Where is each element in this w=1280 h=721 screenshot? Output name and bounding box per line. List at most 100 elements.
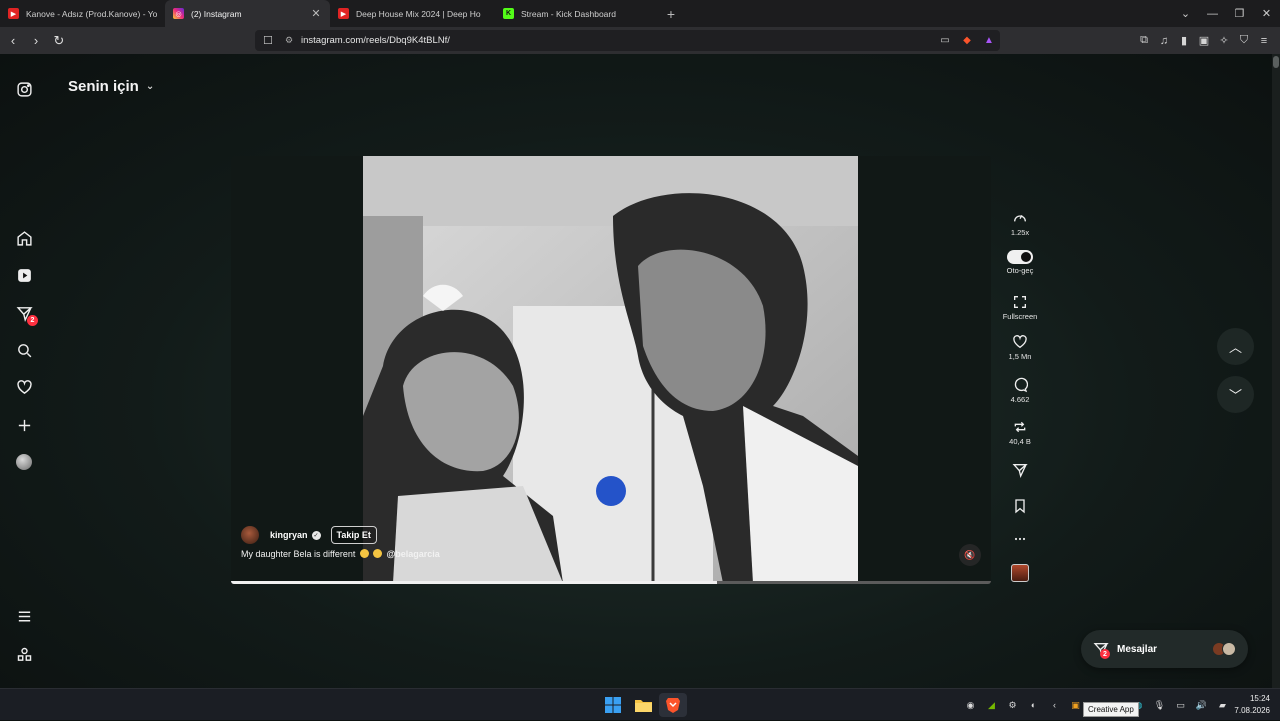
repost-button[interactable]: 40,4 B [1000,419,1040,446]
mute-toggle-icon[interactable]: 🔇 [959,544,981,566]
instagram-icon: ◎ [173,8,184,19]
video-frame-illustration [363,156,858,583]
scrollbar-thumb[interactable] [1273,56,1279,68]
author-username[interactable]: kingryan [270,530,308,540]
next-reel-button[interactable]: ﹀ [1217,376,1254,413]
repost-count: 40,4 B [1009,437,1031,446]
menu-icon[interactable]: ≡ [1254,35,1274,47]
window-controls: ⌄ — ❐ ✕ [1172,0,1280,27]
feed-selector[interactable]: Senin için ⌄ [68,78,154,95]
extensions-icon[interactable]: ⧉ [1134,34,1154,47]
page-scrollbar[interactable] [1272,54,1280,688]
comment-button[interactable]: 4.662 [1000,377,1040,404]
more-options-button[interactable] [1000,531,1040,547]
author-avatar[interactable] [241,526,259,544]
reel-video[interactable] [363,156,858,583]
site-info-icon[interactable]: ⚙ [285,35,301,46]
tab-youtube-kanove[interactable]: ▶ Kanove - Adsız (Prod.Kanove) - YouTu [0,0,165,27]
playback-speed-button[interactable]: 1.25x [1000,210,1040,237]
back-icon[interactable]: ‹ [3,33,23,48]
close-window-icon[interactable]: ✕ [1253,7,1280,20]
tab-deep-house[interactable]: ▶ Deep House Mix 2024 | Deep Ho [330,0,495,27]
brave-shields-icon[interactable]: ◆ [956,30,978,51]
like-button[interactable]: 1,5 Mn [1000,334,1040,361]
brave-lion-icon [666,698,680,713]
minimize-icon[interactable]: — [1199,8,1226,20]
fullscreen-button[interactable]: Fullscreen [1000,294,1040,321]
close-tab-icon[interactable]: ✕ [310,7,322,20]
toggle-switch[interactable] [1007,250,1033,264]
home-icon[interactable] [14,228,34,248]
messages-badge: 2 [27,315,38,326]
start-button[interactable] [599,693,627,717]
also-from-meta-icon[interactable] [14,644,34,664]
brave-rewards-icon[interactable]: ▲ [978,30,1000,51]
tab-kick-dashboard[interactable]: K Stream - Kick Dashboard [495,0,660,27]
tab-title: (2) Instagram [191,8,242,19]
cast-icon[interactable]: ▭ [934,30,956,51]
brave-browser-button[interactable] [659,693,687,717]
vpn-icon[interactable]: ⛉ [1234,34,1254,47]
comment-icon [1014,377,1028,393]
profile-avatar[interactable] [14,452,34,472]
instagram-page: 2 Senin için ⌄ kingryan ✓ Takip Et My da… [0,54,1280,688]
heart-icon[interactable] [14,377,34,397]
autoplay-toggle[interactable]: Oto-geç [1000,250,1040,275]
speed-label: 1.25x [1010,228,1030,237]
direct-messages-icon[interactable]: 2 [14,303,38,326]
send-icon [1012,464,1028,478]
reel-player[interactable]: kingryan ✓ Takip Et My daughter Bela is … [231,156,991,584]
save-button[interactable] [1000,498,1040,514]
windows-logo-icon [605,697,621,713]
fullscreen-label: Fullscreen [1002,312,1038,321]
reel-progress-fill [231,581,718,584]
bookmark-icon [1015,499,1025,514]
share-button[interactable] [1000,462,1040,478]
reel-progress-bar[interactable] [231,581,991,584]
new-tab-button[interactable]: + [660,6,682,22]
fullscreen-icon [1014,296,1026,308]
tab-instagram[interactable]: ◎ (2) Instagram ✕ [165,0,330,27]
network-icon[interactable]: ▭ [1170,700,1191,711]
reels-icon[interactable] [14,265,34,285]
reel-caption: My daughter Bela is different @belagarci… [241,549,621,559]
sidebar-icon[interactable]: ▮ [1174,34,1194,47]
original-audio-button[interactable] [1000,564,1040,582]
instagram-logo-icon[interactable] [14,79,34,99]
file-explorer-button[interactable] [629,693,657,717]
leo-ai-icon[interactable]: ✧ [1214,34,1234,47]
volume-icon[interactable]: 🔊 [1191,700,1212,711]
address-bar[interactable]: ☐ ⚙ instagram.com/reels/Dbq9K4tBLNf/ ▭ ◆… [255,30,1000,51]
nvidia-icon[interactable]: ◢ [981,700,1002,711]
clock-time: 15:24 [1249,694,1270,703]
taskbar-clock[interactable]: 15:24 7.08.2026 [1234,693,1270,717]
bookmark-icon[interactable]: ☐ [263,34,281,47]
microphone-icon[interactable]: 🎙 [1149,700,1170,711]
tray-overflow-icon[interactable]: ‹ [1044,700,1065,710]
discord-icon[interactable]: ◐ [1023,700,1044,710]
media-icon[interactable]: ♫ [1154,35,1174,47]
clock-date: 7.08.2026 [1234,706,1270,715]
url-text[interactable]: instagram.com/reels/Dbq9K4tBLNf/ [301,35,934,46]
tray-app-icon[interactable]: ◉ [960,700,981,711]
caption-mention[interactable]: @belagarcia [386,549,439,559]
tab-list-icon[interactable]: ⌄ [1172,7,1199,20]
star-struck-emoji-icon [372,549,382,558]
plus-icon[interactable] [14,415,34,435]
forward-icon[interactable]: › [26,33,46,48]
youtube-icon: ▶ [8,8,19,19]
settings-gear-icon[interactable]: ⚙ [1002,700,1023,711]
messages-widget[interactable]: 2 Mesajlar [1081,630,1248,668]
reload-icon[interactable]: ↻ [49,33,69,49]
more-menu-icon[interactable] [14,606,34,626]
follow-button[interactable]: Takip Et [330,526,377,544]
repost-icon [1014,421,1026,433]
like-count: 1,5 Mn [1008,352,1032,361]
battery-icon[interactable]: ▰ [1212,700,1233,711]
restore-icon[interactable]: ❐ [1226,7,1253,20]
wallet-icon[interactable]: ▣ [1194,34,1214,47]
tab-title: Stream - Kick Dashboard [521,8,616,19]
previous-reel-button[interactable]: ︿ [1217,328,1254,365]
youtube-icon: ▶ [338,8,349,19]
search-icon[interactable] [14,340,34,360]
